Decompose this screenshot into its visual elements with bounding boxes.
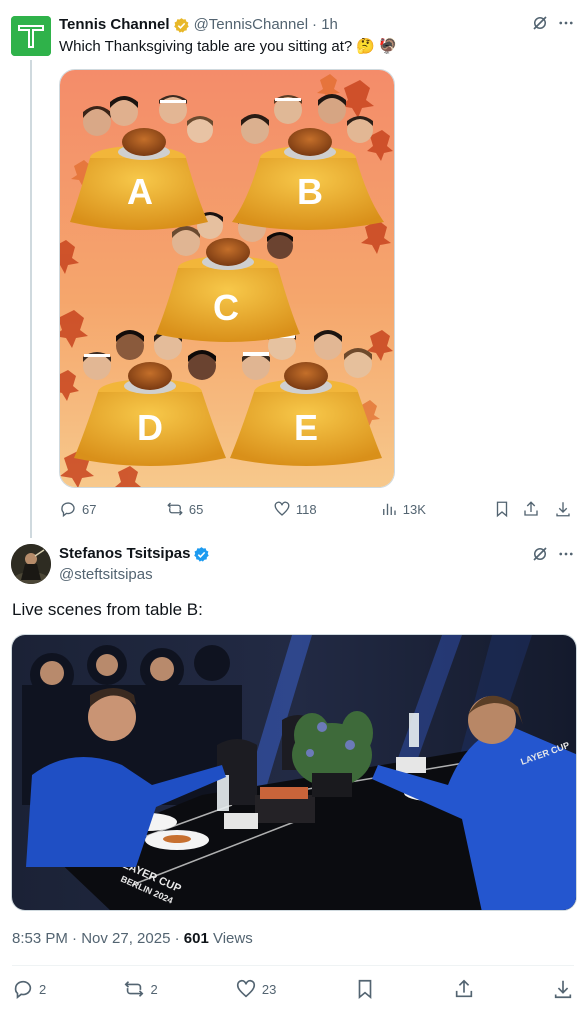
reply-button[interactable]: 67 <box>59 500 166 518</box>
bookmark-button[interactable] <box>493 500 523 518</box>
stefanos-avatar[interactable] <box>11 544 51 584</box>
verified-gold-badge-icon <box>173 17 190 34</box>
more-icon[interactable] <box>557 545 575 563</box>
tables-graphic: A B C D E <box>60 70 394 487</box>
divider <box>12 965 574 966</box>
reply-icon <box>14 980 32 999</box>
post-time[interactable]: · 1h <box>312 15 338 35</box>
avatar-photo <box>11 544 51 584</box>
thread-line <box>30 60 32 538</box>
repost-button[interactable]: 65 <box>166 500 273 518</box>
verified-blue-badge-icon <box>193 546 210 563</box>
repost-button[interactable]: 2 <box>123 978 158 1000</box>
like-count: 23 <box>261 981 277 997</box>
author-handle[interactable]: @TennisChannel <box>194 15 308 35</box>
bookmark-icon <box>496 501 507 518</box>
repost-count: 2 <box>150 981 158 997</box>
share-icon <box>524 501 539 516</box>
parent-top-actions <box>531 14 575 32</box>
download-button[interactable] <box>554 500 572 518</box>
bookmark-button[interactable] <box>354 978 376 1000</box>
views-count: 13K <box>402 501 426 517</box>
views-icon <box>382 503 396 515</box>
repost-count: 65 <box>188 501 204 517</box>
table-letter-a: A <box>127 171 153 212</box>
share-button[interactable] <box>522 500 554 518</box>
parent-action-bar: 67 65 118 13K <box>59 500 572 518</box>
like-button[interactable]: 23 <box>235 978 276 1000</box>
table-letter-b: B <box>297 171 323 212</box>
download-button[interactable] <box>552 978 574 1000</box>
more-icon[interactable] <box>557 14 575 32</box>
main-action-bar: 2 2 23 <box>12 978 574 1000</box>
tennis-channel-avatar[interactable] <box>11 16 51 56</box>
download-icon <box>554 980 572 999</box>
turkey-emoji-icon: 🦃 <box>378 38 398 55</box>
reply-count: 2 <box>39 981 47 997</box>
table-scene-photo: LAYER CUP BERLIN 2024 LAYER CUP <box>12 635 576 910</box>
table-letter-c: C <box>213 287 239 328</box>
table-letter-e: E <box>294 407 318 448</box>
parent-tweet[interactable]: Tennis Channel @TennisChannel · 1h Which… <box>0 0 586 538</box>
parent-tweet-text: Which Thanksgiving table are you sitting… <box>59 37 398 57</box>
reply-count: 67 <box>82 501 97 517</box>
main-author-row: Stefanos Tsitsipas <box>59 544 214 564</box>
parent-tweet-header: Tennis Channel @TennisChannel · 1h <box>59 15 338 35</box>
thanksgiving-tables-image[interactable]: A B C D E <box>59 69 395 488</box>
views-count: 601 <box>183 930 209 947</box>
thinking-emoji-icon: 🤔 <box>356 38 375 55</box>
reply-button[interactable]: 2 <box>12 978 46 1000</box>
views-button[interactable]: 13K <box>380 500 493 518</box>
reply-icon <box>61 502 75 518</box>
post-timestamp[interactable]: 8:53 PM · Nov 27, 2025 · <box>12 930 184 947</box>
like-button[interactable]: 118 <box>273 500 380 518</box>
share-icon <box>455 979 472 998</box>
author-name[interactable]: Stefanos Tsitsipas <box>59 544 190 564</box>
views-label: Views <box>208 930 253 947</box>
table-letter-d: D <box>137 407 163 448</box>
share-button[interactable] <box>453 978 475 1000</box>
repost-icon <box>125 981 144 997</box>
author-handle[interactable]: @steftsitsipas <box>59 565 153 585</box>
repost-icon <box>167 502 183 516</box>
tennis-channel-logo <box>11 16 51 56</box>
tweet-meta: 8:53 PM · Nov 27, 2025 · 601 Views <box>12 929 253 949</box>
like-count: 118 <box>295 501 317 517</box>
laver-cup-photo[interactable]: LAYER CUP BERLIN 2024 LAYER CUP <box>11 634 577 911</box>
grok-icon[interactable] <box>531 14 549 32</box>
like-icon <box>274 501 290 516</box>
like-icon <box>236 979 255 998</box>
author-name[interactable]: Tennis Channel <box>59 15 170 35</box>
tweet-text: Which Thanksgiving table are you sitting… <box>59 38 353 55</box>
bookmark-icon <box>358 979 371 1000</box>
main-tweet-text: Live scenes from table B: <box>12 600 203 619</box>
grok-icon[interactable] <box>531 545 549 563</box>
main-top-actions <box>531 545 575 563</box>
download-icon <box>556 502 570 517</box>
